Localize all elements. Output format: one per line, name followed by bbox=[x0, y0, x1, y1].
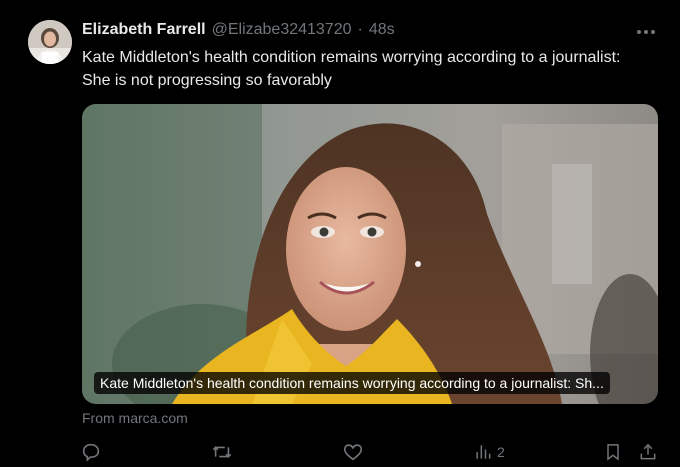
retweet-icon bbox=[212, 446, 232, 458]
views-count: 2 bbox=[497, 444, 505, 460]
tweet-text: Kate Middleton's health condition remain… bbox=[82, 49, 621, 89]
card-caption: Kate Middleton's health condition remain… bbox=[94, 372, 610, 394]
card-image bbox=[82, 104, 658, 404]
reply-icon bbox=[82, 443, 100, 462]
tweet-header: Elizabeth Farrell @Elizabe32413720 · 48s bbox=[82, 21, 395, 43]
more-horizontal-icon bbox=[637, 30, 641, 34]
action-bar: 2 bbox=[0, 438, 680, 466]
bookmark-icon bbox=[607, 444, 619, 461]
bookmark-button[interactable] bbox=[603, 438, 623, 466]
link-card[interactable]: Kate Middleton's health condition remain… bbox=[82, 104, 658, 404]
views-icon bbox=[476, 445, 491, 459]
reply-button[interactable] bbox=[80, 438, 102, 466]
separator-dot: · bbox=[357, 21, 363, 38]
share-icon bbox=[640, 443, 656, 460]
card-source[interactable]: From marca.com bbox=[82, 410, 188, 426]
author-name[interactable]: Elizabeth Farrell bbox=[82, 21, 206, 39]
author-handle[interactable]: @Elizabe32413720 bbox=[212, 21, 352, 39]
more-options-button[interactable] bbox=[634, 22, 658, 42]
views-button[interactable]: 2 bbox=[473, 438, 505, 466]
retweet-button[interactable] bbox=[210, 438, 234, 466]
like-button[interactable] bbox=[342, 438, 364, 466]
share-button[interactable] bbox=[638, 438, 658, 466]
tweet-timestamp[interactable]: 48s bbox=[369, 21, 395, 39]
like-icon bbox=[343, 444, 363, 461]
author-avatar[interactable] bbox=[28, 20, 72, 64]
